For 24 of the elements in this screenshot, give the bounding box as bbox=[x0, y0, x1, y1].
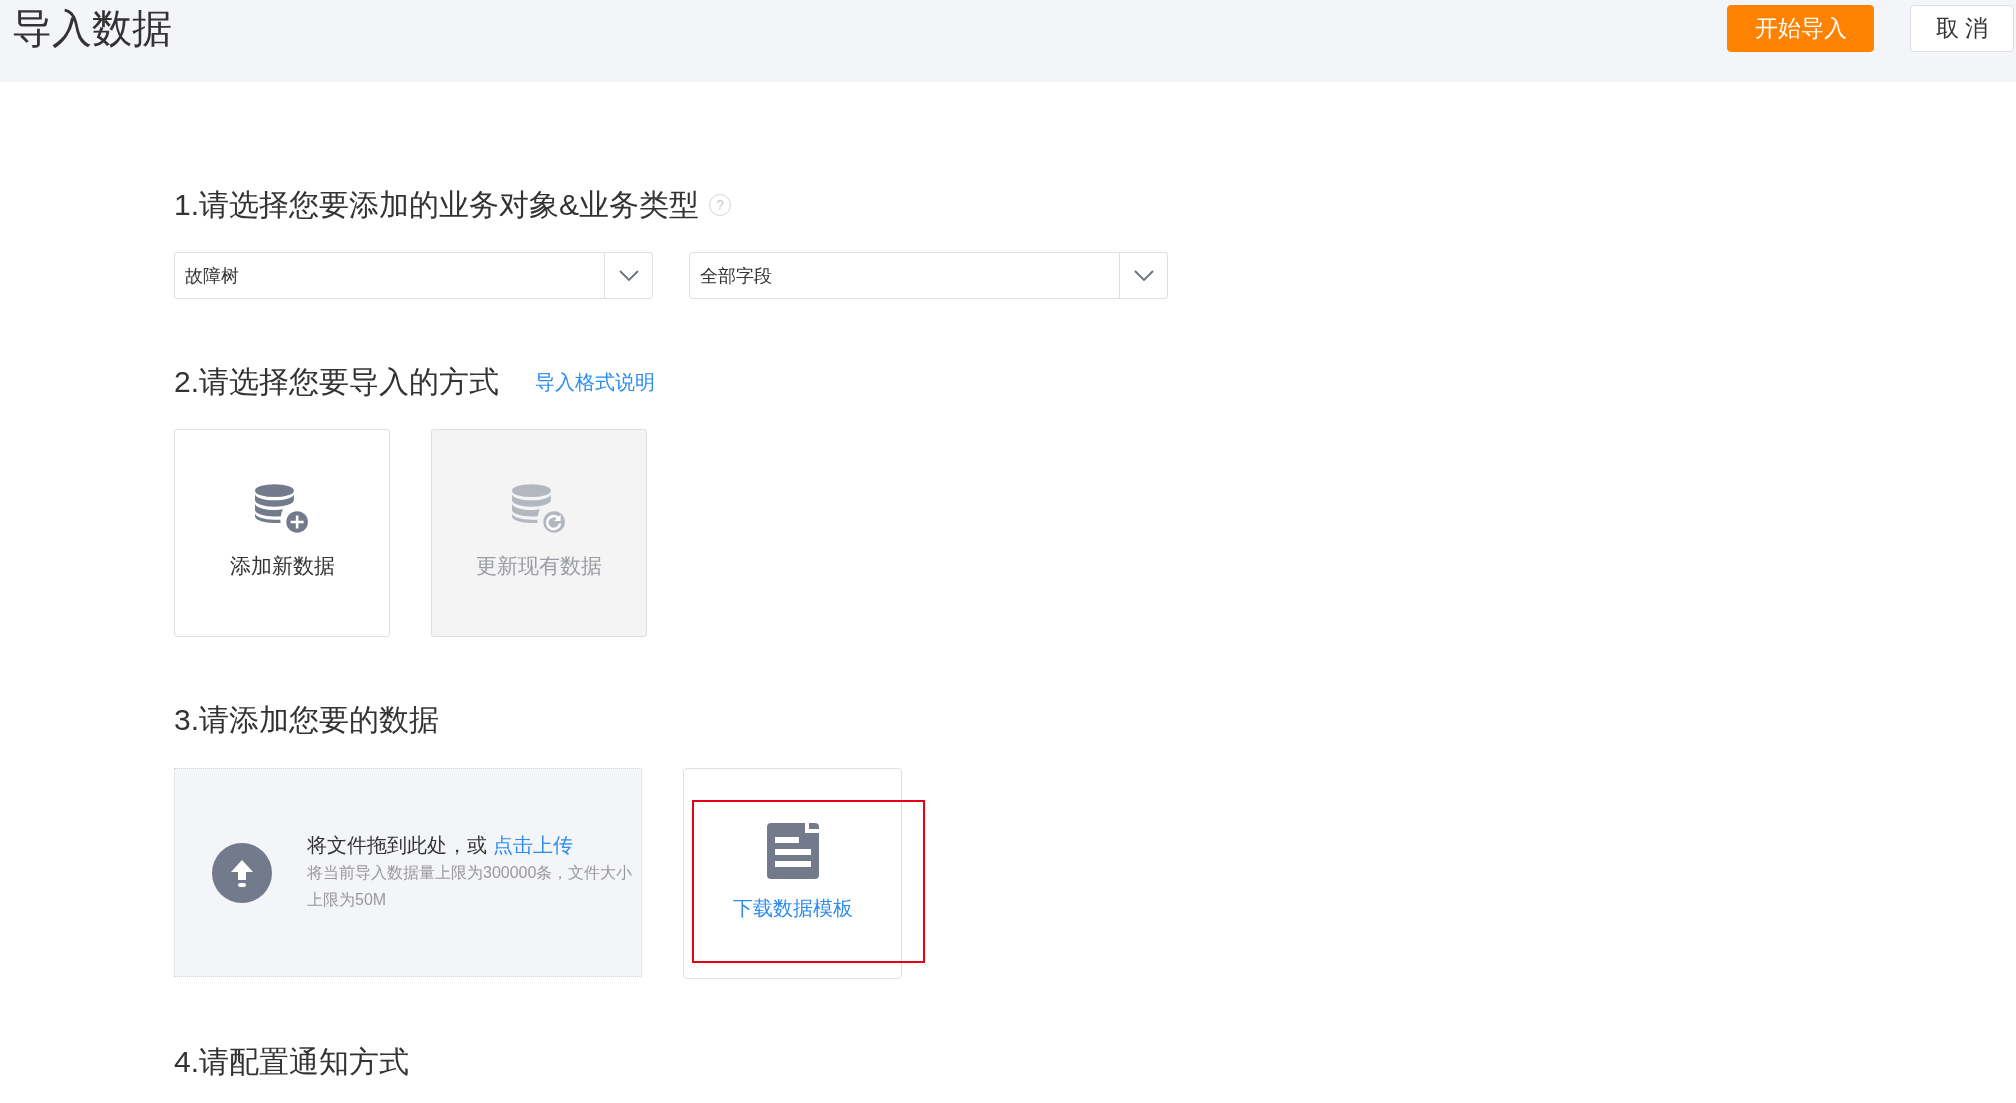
format-help-link[interactable]: 导入格式说明 bbox=[535, 368, 656, 396]
database-refresh-icon bbox=[512, 484, 566, 534]
upload-dropzone[interactable]: 将文件拖到此处，或 点击上传 将当前导入数据量上限为300000条，文件大小上限为50M bbox=[174, 768, 642, 977]
section-heading: 2.请选择您要导入的方式 bbox=[174, 365, 500, 399]
dropdown[interactable]: 全部字段 bbox=[689, 252, 1168, 299]
start-import-button[interactable]: 开始导入 bbox=[1727, 5, 1874, 52]
upload-icon bbox=[212, 842, 272, 903]
upload-link[interactable]: 点击上传 bbox=[492, 833, 573, 856]
import-method-card[interactable]: 添加新数据 bbox=[174, 429, 390, 637]
download-template-card[interactable]: 下载数据模板 bbox=[683, 768, 902, 979]
dropdown[interactable]: 故障树 bbox=[174, 252, 653, 299]
upload-limit-hint: 将当前导入数据量上限为300000条，文件大小上限为50M bbox=[307, 862, 634, 910]
upload-instruction: 将文件拖到此处，或 点击上传 bbox=[307, 832, 574, 858]
dropdown-value: 全部字段 bbox=[699, 264, 773, 288]
chevron-down-icon bbox=[618, 269, 639, 282]
chevron-down-icon bbox=[1133, 269, 1154, 282]
page-title: 导入数据 bbox=[12, 5, 172, 52]
document-icon bbox=[766, 823, 819, 879]
dropdown-value: 故障树 bbox=[184, 264, 240, 288]
section-heading: 4.请配置通知方式 bbox=[174, 1045, 410, 1079]
section-heading: 1.请选择您要添加的业务对象&业务类型 bbox=[174, 188, 700, 222]
section-heading: 3.请添加您要的数据 bbox=[174, 703, 440, 737]
database-add-icon bbox=[255, 484, 309, 534]
cancel-button[interactable]: 取 消 bbox=[1910, 5, 2014, 52]
